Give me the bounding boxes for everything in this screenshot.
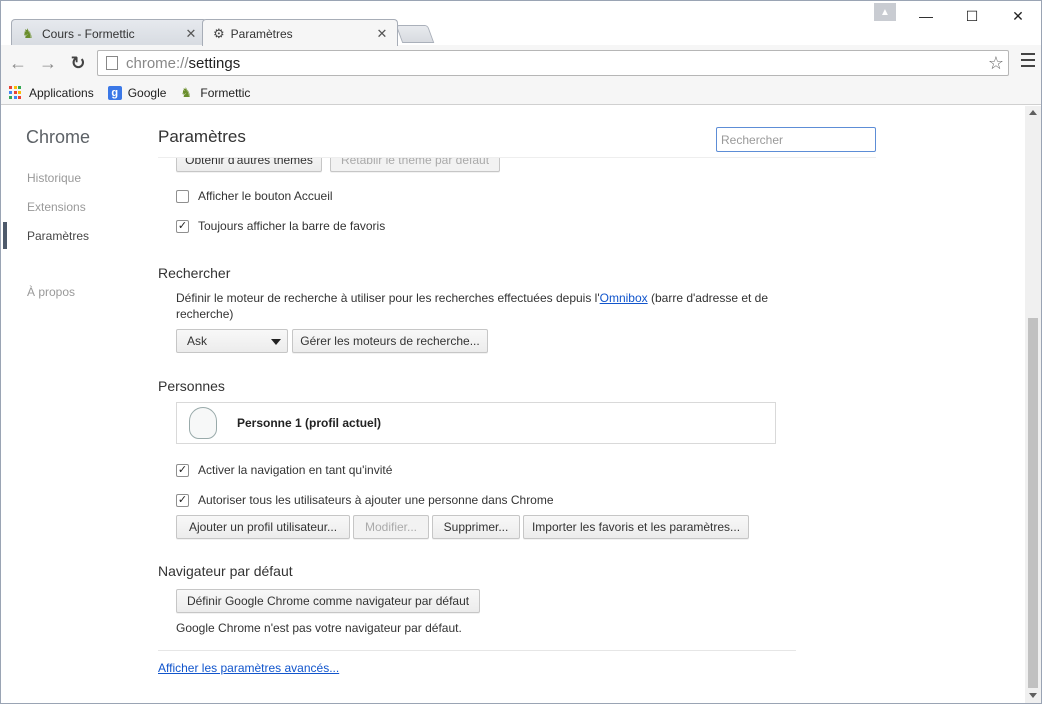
forward-button[interactable]: → <box>35 50 61 76</box>
checkbox-checked[interactable]: ✓ <box>176 463 189 477</box>
minimize-button[interactable]: — <box>903 1 949 31</box>
gear-icon: ⚙ <box>213 26 225 41</box>
settings-main: Paramètres Rechercher Obtenir d'autres t… <box>158 106 1018 703</box>
menu-icon[interactable] <box>1021 53 1035 67</box>
guest-checkbox-row[interactable]: ✓ Activer la navigation en tant qu'invit… <box>176 463 392 477</box>
settings-page: Chrome Historique Extensions Paramètres … <box>1 106 1041 703</box>
sidebar-item-extensions[interactable]: Extensions <box>27 200 86 214</box>
sidebar-brand: Chrome <box>26 127 91 147</box>
sidebar: Chrome Historique Extensions Paramètres … <box>1 106 151 703</box>
default-browser-status: Google Chrome n'est pas votre navigateur… <box>176 621 462 635</box>
bookmark-applications[interactable]: Applications <box>9 85 94 100</box>
profile-list[interactable]: Personne 1 (profil actuel) <box>176 402 776 444</box>
new-tab-button[interactable] <box>395 25 435 43</box>
section-title-personnes: Personnes <box>158 378 225 394</box>
divider <box>158 650 796 651</box>
tab-title: Paramètres <box>230 27 293 41</box>
toolbar: ← → ↻ chrome://settings ☆ <box>1 45 1041 81</box>
scroll-down-icon[interactable] <box>1029 693 1037 698</box>
reload-button[interactable]: ↻ <box>65 50 91 76</box>
sidebar-item-historique[interactable]: Historique <box>27 171 81 185</box>
search-description: Définir le moteur de recherche à utilise… <box>176 291 769 321</box>
scrollbar[interactable] <box>1025 106 1041 703</box>
omnibox-link[interactable]: Omnibox <box>600 291 648 305</box>
bookmark-formettic[interactable]: ♞ Formettic <box>180 84 250 100</box>
tab-title: Cours - Formettic <box>42 27 135 41</box>
scroll-thumb[interactable] <box>1028 318 1038 688</box>
tab-cours-formettic[interactable]: ♞ Cours - Formettic ✕ <box>11 19 207 46</box>
add-person-checkbox-row[interactable]: ✓ Autoriser tous les utilisateurs à ajou… <box>176 493 554 507</box>
user-icon[interactable]: ▲ <box>874 3 896 21</box>
tab-parametres[interactable]: ⚙ Paramètres ✕ <box>202 19 398 46</box>
edit-profile-button[interactable]: Modifier... <box>353 515 429 539</box>
tab-strip: ♞ Cours - Formettic ✕ ⚙ Paramètres ✕ ▲ —… <box>1 1 1041 46</box>
checkbox-checked[interactable]: ✓ <box>176 493 189 507</box>
search-input[interactable]: Rechercher <box>716 127 876 152</box>
close-icon[interactable]: ✕ <box>375 26 389 42</box>
star-icon[interactable]: ☆ <box>988 53 1004 74</box>
page-icon <box>106 56 118 70</box>
close-icon[interactable]: ✕ <box>184 26 198 42</box>
search-engine-select[interactable]: Ask <box>176 329 288 353</box>
delete-profile-button[interactable]: Supprimer... <box>432 515 520 539</box>
sidebar-item-a-propos[interactable]: À propos <box>27 285 75 299</box>
dropdown-arrow-icon <box>271 339 281 345</box>
manage-search-engines-button[interactable]: Gérer les moteurs de recherche... <box>292 329 488 353</box>
import-bookmarks-button[interactable]: Importer les favoris et les paramètres..… <box>523 515 749 539</box>
section-title-navigateur: Navigateur par défaut <box>158 563 293 579</box>
apps-grid-icon <box>9 85 23 100</box>
browser-window: ♞ Cours - Formettic ✕ ⚙ Paramètres ✕ ▲ —… <box>0 0 1042 704</box>
scroll-up-icon[interactable] <box>1029 110 1037 115</box>
bookmarks-bar: Applications g Google ♞ Formettic <box>1 81 1041 105</box>
show-advanced-link[interactable]: Afficher les paramètres avancés... <box>158 661 339 675</box>
show-home-checkbox-row[interactable]: Afficher le bouton Accueil <box>176 189 333 203</box>
back-button[interactable]: ← <box>5 50 31 76</box>
bookmark-google[interactable]: g Google <box>107 85 166 100</box>
formettic-icon: ♞ <box>22 26 34 41</box>
url-text: chrome://settings <box>126 54 241 72</box>
settings-header: Paramètres Rechercher <box>158 106 876 158</box>
section-title-rechercher: Rechercher <box>158 265 231 281</box>
checkbox-checked[interactable]: ✓ <box>176 219 189 233</box>
add-profile-button[interactable]: Ajouter un profil utilisateur... <box>176 515 350 539</box>
show-bookmarks-checkbox-row[interactable]: ✓ Toujours afficher la barre de favoris <box>176 219 385 233</box>
window-controls: — ☐ ✕ <box>903 1 1041 31</box>
set-default-browser-button[interactable]: Définir Google Chrome comme navigateur p… <box>176 589 480 613</box>
checkbox[interactable] <box>176 189 189 203</box>
address-bar[interactable]: chrome://settings ☆ <box>97 50 1009 76</box>
google-icon: g <box>107 85 122 100</box>
avatar <box>189 407 217 439</box>
page-title: Paramètres <box>158 127 246 146</box>
sidebar-item-parametres[interactable]: Paramètres <box>27 229 89 243</box>
maximize-button[interactable]: ☐ <box>949 1 995 31</box>
profile-name: Personne 1 (profil actuel) <box>237 416 382 430</box>
formettic-icon: ♞ <box>180 84 193 100</box>
sidebar-active-marker <box>3 222 7 249</box>
close-window-button[interactable]: ✕ <box>995 1 1041 31</box>
